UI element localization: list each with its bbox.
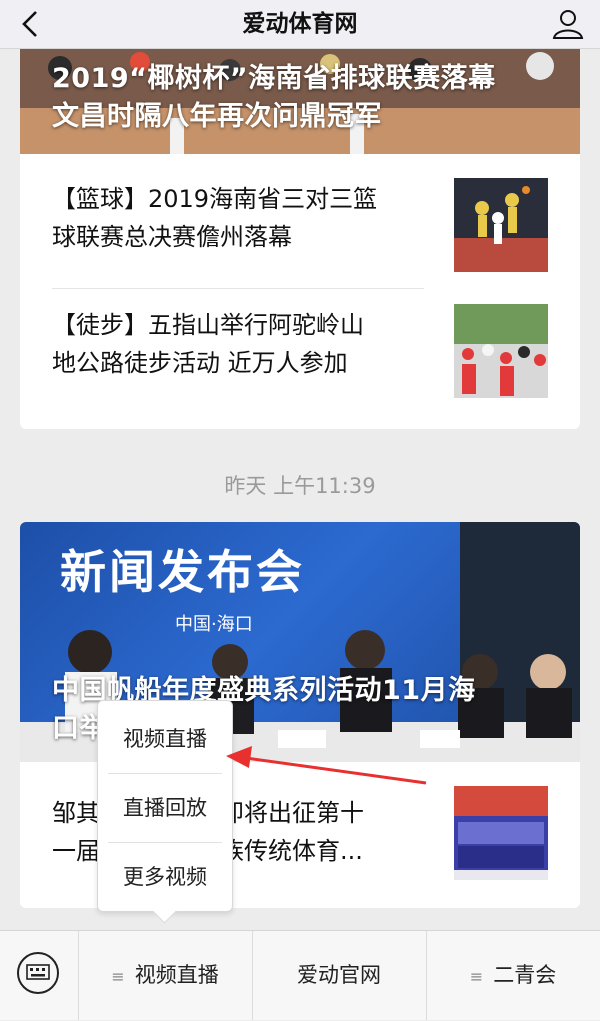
submenu-item-replay[interactable]: 直播回放 — [106, 774, 224, 842]
title-fragment: 一届 — [52, 837, 100, 865]
hero-title-line: 文昌时隔八年再次问鼎冠军 — [52, 101, 382, 132]
menu-label: 二青会 — [493, 963, 557, 987]
article-card-1: 2019“椰树杯”海南省排球联赛落幕 文昌时隔八年再次问鼎冠军 【篮球】2019… — [20, 48, 580, 429]
bottom-menu-bar: ≡ 视频直播 爱动官网 ≡ 二青会 — [0, 930, 600, 1020]
thumbnail-hiking — [454, 304, 548, 398]
menu-label: 视频直播 — [134, 963, 219, 987]
thumbnail-group-photo — [454, 786, 548, 880]
menu-lines-icon: ≡ — [111, 966, 125, 986]
title-fragment: 邹其 — [52, 799, 100, 827]
title-fragment: 即将出征第十 — [220, 799, 364, 827]
keyboard-toggle-button[interactable] — [14, 949, 62, 997]
list-item-title: 【徒步】五指山举行阿驼岭山 地公路徒步活动 近万人参加 — [52, 306, 422, 382]
menu-second-youth-games[interactable]: ≡ 二青会 — [426, 931, 600, 1020]
keyboard-icon — [17, 952, 59, 994]
menu-official-site[interactable]: 爱动官网 — [252, 931, 426, 1020]
message-timestamp: 昨天 上午11:39 — [224, 474, 376, 498]
thumbnail-basketball — [454, 178, 548, 272]
menu-live-video[interactable]: ≡ 视频直播 — [78, 931, 252, 1020]
person-icon — [552, 10, 584, 39]
hero-article-1[interactable]: 2019“椰树杯”海南省排球联赛落幕 文昌时隔八年再次问鼎冠军 — [20, 48, 580, 154]
title-line: 球联赛总决赛儋州落幕 — [52, 223, 292, 251]
banner-subtitle: 中国·海口 — [175, 614, 253, 635]
list-item-title: 【篮球】2019海南省三对三篮 球联赛总决赛儋州落幕 — [52, 180, 422, 256]
title-line: 【篮球】2019海南省三对三篮 — [52, 185, 378, 213]
submenu-popup: 视频直播 直播回放 更多视频 — [97, 700, 233, 924]
title-fragment: 族传统体育... — [220, 837, 363, 865]
menu-label: 爱动官网 — [297, 963, 381, 987]
hero-title-line: 2019“椰树杯”海南省排球联赛落幕 — [52, 63, 496, 94]
page-title: 爱动体育网 — [242, 11, 358, 37]
submenu-item-live-video[interactable]: 视频直播 — [106, 705, 224, 773]
hero-title: 2019“椰树杯”海南省排球联赛落幕 文昌时隔八年再次问鼎冠军 — [52, 60, 572, 136]
top-nav-bar: 爱动体育网 — [0, 0, 600, 49]
menu-lines-icon: ≡ — [469, 966, 484, 986]
profile-button[interactable] — [550, 6, 586, 42]
list-item[interactable]: 【篮球】2019海南省三对三篮 球联赛总决赛儋州落幕 — [20, 154, 580, 272]
banner-title: 新闻发布会 — [60, 545, 305, 599]
title-line: 【徒步】五指山举行阿驼岭山 — [52, 311, 364, 339]
list-item[interactable]: 【徒步】五指山举行阿驼岭山 地公路徒步活动 近万人参加 — [20, 280, 580, 398]
title-line: 地公路徒步活动 近万人参加 — [52, 349, 348, 377]
